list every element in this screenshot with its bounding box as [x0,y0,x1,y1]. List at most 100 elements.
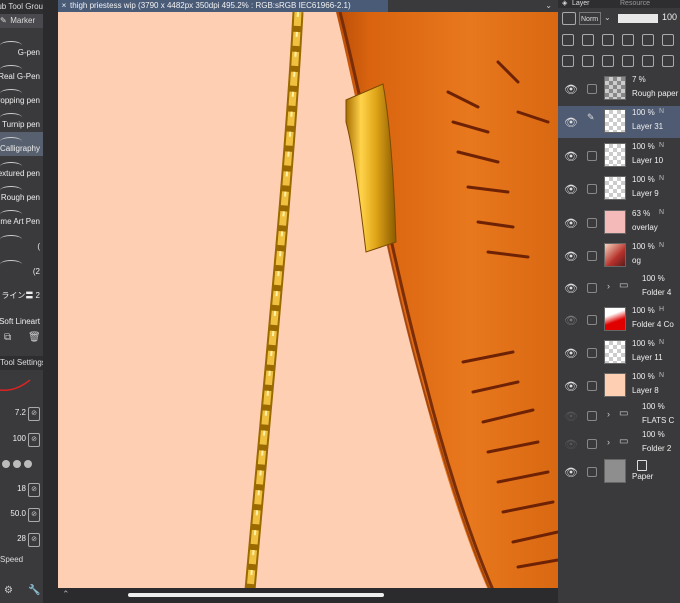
blend-mode-select[interactable]: Norm [579,12,601,25]
pressure-icon[interactable]: ⊘ [28,533,40,547]
pressure-icon[interactable]: ⊘ [28,483,40,497]
new-vector-layer-icon[interactable] [582,55,594,67]
eye-icon[interactable]: 👁 [564,347,578,360]
layer-property-icon[interactable] [562,12,576,25]
expand-icon[interactable]: ⌃ [62,589,70,600]
settings-icon[interactable]: ⚙ [4,585,13,596]
layer-panel: ◈ Layer Resource Norm ⌄ 100 👁 7 % Rough … [558,0,680,603]
stabilization-control[interactable]: 28 ⊘ [0,530,43,550]
checkbox[interactable] [587,84,597,94]
eye-icon[interactable]: 👁 [564,217,578,230]
chevron-right-icon[interactable]: › [607,281,610,291]
brush-item[interactable]: (2 [0,255,43,279]
chevron-right-icon[interactable]: › [607,409,610,419]
layer-row[interactable]: 👁 100 % N og [558,240,680,272]
merge-down-icon[interactable] [622,55,634,67]
sub-tool-panel: Sub Tool Group ✎ Marker G-pen Real G-Pen… [0,0,43,603]
pen-icon[interactable]: ✎ [587,112,595,122]
pressure-icon[interactable]: ⊘ [28,407,40,421]
chevron-down-icon[interactable]: ⌄ [604,13,612,24]
trash-icon[interactable]: 🗑 [28,332,41,343]
eye-icon[interactable]: 👁 [564,150,578,163]
brush-tip-icon[interactable] [13,460,21,468]
chevron-right-icon[interactable]: › [607,437,610,447]
lock-icon[interactable] [602,34,614,46]
reference-icon[interactable] [582,34,594,46]
new-layer-icon[interactable] [562,55,574,67]
document-tab[interactable]: × thigh priestess wip (3790 x 4482px 350d… [58,0,388,12]
layer-row[interactable]: 👁 100 % H Folder 4 Co [558,304,680,336]
resource-tab[interactable]: Resource [620,0,650,8]
opacity-slider[interactable] [618,14,658,23]
brush-item[interactable]: Anime Art Pen [0,205,43,229]
layer-row[interactable]: 👁 100 % N Layer 8 [558,370,680,402]
pressure-icon[interactable]: ⊘ [28,508,40,522]
brush-item[interactable]: ( [0,230,43,254]
drawing-canvas[interactable] [58,12,558,590]
layer-mask-icon[interactable] [642,55,654,67]
brush-item[interactable]: Turnip pen [0,108,43,132]
layer-row[interactable]: 👁 100 % N Layer 9 [558,173,680,205]
brush-size-control[interactable]: 7.2 ⊘ [0,404,43,424]
layer-row[interactable]: 👁 100 % N Layer 10 [558,140,680,172]
layer-row[interactable]: 👁 7 % Rough paper [558,73,680,105]
checkbox[interactable] [587,381,597,391]
eye-icon[interactable]: 👁 [564,116,578,129]
checkbox[interactable] [587,467,597,477]
wrench-icon[interactable]: 🔧 [28,585,40,596]
checkbox[interactable] [587,411,597,421]
layer-tab-icon[interactable]: ◈ [562,0,567,8]
brush-item[interactable]: ライン〓 2 [0,280,43,304]
brush-item[interactable]: Rough pen [0,181,43,205]
checkbox[interactable] [587,251,597,261]
opacity-control[interactable]: 100 ⊘ [0,430,43,450]
checkbox[interactable] [587,315,597,325]
folder-row[interactable]: 👁 › ▭ 100 % Folder 4 [558,272,680,304]
checkbox[interactable] [587,439,597,449]
checkbox[interactable] [587,151,597,161]
chevron-down-icon[interactable]: ⌄ [545,1,552,10]
hardness-control[interactable]: 18 ⊘ [0,480,43,500]
clip-icon[interactable] [562,34,574,46]
eye-icon[interactable]: 👁 [564,380,578,393]
brush-tip-icon[interactable] [24,460,32,468]
layer-row[interactable]: 👁 Paper [558,456,680,488]
eye-icon[interactable]: 👁 [564,466,578,479]
color-icon[interactable] [662,34,674,46]
brush-item-selected[interactable]: Calligraphy [0,132,43,156]
brush-tip-row[interactable] [0,458,43,472]
lock-alpha-icon[interactable] [622,34,634,46]
eye-icon[interactable]: 👁 [564,410,578,423]
layer-row[interactable]: 👁 63 % N overlay [558,207,680,239]
density-control[interactable]: 50.0 ⊘ [0,505,43,525]
mask-icon[interactable] [642,34,654,46]
new-folder-icon[interactable] [602,55,614,67]
eye-icon[interactable]: 👁 [564,183,578,196]
copy-subtool-icon[interactable]: ⧉ [4,332,11,343]
layer-blend-mode: N [659,108,665,115]
eye-icon[interactable]: 👁 [564,83,578,96]
layer-row-selected[interactable]: 👁 ✎ 100 % N Layer 31 [558,106,680,138]
eye-icon[interactable]: 👁 [564,438,578,451]
eye-icon[interactable]: 👁 [564,314,578,327]
horizontal-scrollbar[interactable] [128,593,384,597]
layer-tab[interactable]: Layer [572,0,590,8]
eye-icon[interactable]: 👁 [564,250,578,263]
pressure-icon[interactable]: ⊘ [28,433,40,447]
delete-layer-icon[interactable] [662,55,674,67]
brush-item[interactable]: Textured pen [0,157,43,181]
brush-tip-icon[interactable] [2,460,10,468]
marker-tab[interactable]: ✎ Marker [0,14,43,28]
brush-item[interactable]: Real G-Pen [0,60,43,84]
checkbox[interactable] [587,218,597,228]
checkbox[interactable] [587,283,597,293]
brush-item[interactable]: G-pen [0,36,43,60]
close-icon[interactable]: × [58,0,70,12]
layer-row[interactable]: 👁 100 % N Layer 11 [558,337,680,369]
brush-item[interactable]: Soft Lineart [0,305,43,329]
eye-icon[interactable]: 👁 [564,282,578,295]
brush-item[interactable]: Dropping pen [0,84,43,108]
checkbox[interactable] [587,348,597,358]
layer-opacity: 7 % [632,75,646,84]
checkbox[interactable] [587,184,597,194]
